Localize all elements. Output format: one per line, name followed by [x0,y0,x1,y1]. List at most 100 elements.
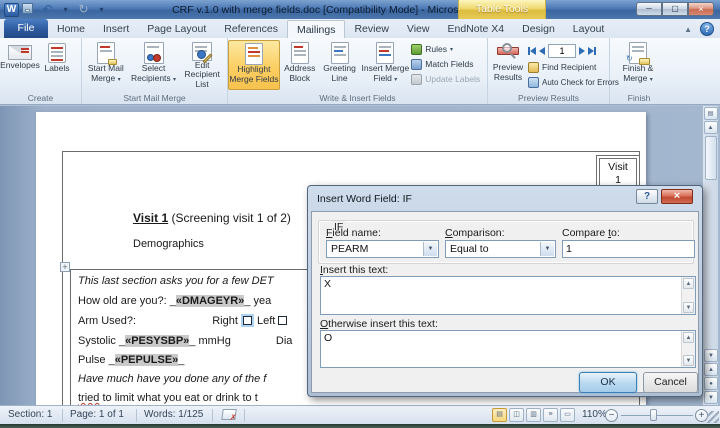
select-recipients-button[interactable]: Select Recipients ▾ [130,40,178,90]
table-move-handle-icon[interactable]: + [60,262,70,272]
select-browse-object-button[interactable]: ● [704,377,718,390]
textarea-scrollbar[interactable]: ▲ ▼ [681,331,695,367]
minimize-ribbon-icon[interactable]: ▲ [684,25,692,34]
zoom-slider-track[interactable] [621,415,693,416]
first-record-button[interactable] [528,47,536,55]
rules-button[interactable]: Rules▾ [411,42,487,56]
tab-file[interactable]: File [4,19,48,38]
insert-text-area-wrap: X ▲ ▼ [320,276,696,315]
zoom-level[interactable]: 110% [582,409,607,420]
labels-button[interactable]: Labels [40,40,74,90]
merge-field-pepulse: «PEPULSE» [115,354,179,366]
maximize-button[interactable]: ▢ [662,2,688,16]
quick-access-toolbar: W ↶ ▾ ↻ ▾ [0,3,109,17]
save-button[interactable] [22,3,37,17]
insert-text-area[interactable]: X [321,277,681,314]
match-fields-button[interactable]: Match Fields [411,57,487,71]
highlight-merge-fields-button[interactable]: Highlight Merge Fields [228,40,280,90]
comparison-combobox[interactable]: Equal to ▼ [445,240,556,258]
print-layout-view-button[interactable]: ▤ [492,408,507,422]
finish-merge-button[interactable]: ↻ Finish & Merge ▾ [610,40,666,90]
tab-design[interactable]: Design [513,20,564,38]
tab-view[interactable]: View [398,20,439,38]
ok-button[interactable]: OK [579,372,637,393]
scroll-down-icon[interactable]: ▼ [704,349,718,362]
scrollbar-thumb[interactable] [705,136,717,180]
right-checkbox[interactable] [243,316,252,325]
resize-grip[interactable] [707,411,719,423]
web-layout-view-button[interactable]: ▥ [526,408,541,422]
compare-to-input[interactable] [562,240,695,258]
undo-dropdown-arrow-icon[interactable]: ▾ [58,3,73,17]
close-button[interactable]: × [688,2,714,16]
left-checkbox[interactable] [278,316,287,325]
doc-line-tried: tried to limit what you eat or drink to … [78,392,258,404]
previous-page-button[interactable]: ▲ [704,363,718,376]
next-page-button[interactable]: ▼ [704,391,718,404]
redo-button[interactable]: ↻ [76,3,91,17]
start-mail-merge-button[interactable]: Start Mail Merge ▾ [82,40,130,90]
greeting-line-button[interactable]: Greeting Line [320,40,360,90]
tab-endnote[interactable]: EndNote X4 [438,20,513,38]
outline-view-button[interactable]: ≡ [543,408,558,422]
combo-dropdown-icon[interactable]: ▼ [423,242,437,256]
scroll-up-icon[interactable]: ▲ [683,332,694,343]
ribbon-tab-row: File Home Insert Page Layout References … [0,19,720,38]
spell-check-icon[interactable] [221,409,237,420]
visit-heading: Visit 1 (Screening visit 1 of 2) [133,211,291,225]
scroll-up-icon[interactable]: ▲ [704,121,718,134]
finish-merge-icon: ↻ [629,42,647,64]
edit-recipient-list-button[interactable]: Edit Recipient List [177,40,227,90]
word-logo-icon[interactable]: W [4,3,19,17]
envelopes-button[interactable]: Envelopes [0,40,40,90]
status-page[interactable]: Page: 1 of 1 [70,409,124,420]
scroll-down-icon[interactable]: ▼ [683,302,694,313]
cancel-button[interactable]: Cancel [643,372,698,393]
tab-mailings[interactable]: Mailings [287,20,346,38]
ruler-toggle-button[interactable]: ▤ [704,107,718,120]
otherwise-text-area[interactable]: O [321,331,681,367]
tab-insert[interactable]: Insert [94,20,138,38]
insert-merge-field-button[interactable]: Insert Merge Field ▾ [360,40,412,90]
full-screen-reading-view-button[interactable]: ◫ [509,408,524,422]
zoom-slider-thumb[interactable] [650,409,657,421]
record-number-input[interactable] [548,44,576,58]
minimize-button[interactable]: ─ [636,2,662,16]
preview-results-button[interactable]: Preview Results [488,40,528,90]
combo-dropdown-icon[interactable]: ▼ [540,242,554,256]
dialog-close-button[interactable]: × [661,189,693,204]
vertical-scrollbar[interactable]: ▤ ▲ ▼ ▲ ● ▼ [702,106,718,405]
status-words[interactable]: Words: 1/125 [144,409,203,420]
group-start-mail-merge: Start Mail Merge ▾ Select Recipients ▾ [82,38,228,104]
scroll-up-icon[interactable]: ▲ [683,278,694,289]
tab-references[interactable]: References [215,20,287,38]
draft-view-button[interactable]: ▭ [560,408,575,422]
auto-check-errors-button[interactable]: Auto Check for Errors [528,75,608,89]
insert-merge-field-icon [376,42,394,64]
doc-line-have: Have much have you done any of the f [78,373,266,385]
tab-page-layout[interactable]: Page Layout [138,20,215,38]
scroll-down-icon[interactable]: ▼ [683,355,694,366]
tab-review[interactable]: Review [345,20,397,38]
find-recipient-button[interactable]: Find Recipient [528,60,608,74]
field-name-combobox[interactable]: PEARM ▼ [326,240,439,258]
status-section[interactable]: Section: 1 [8,409,52,420]
auto-check-icon [528,77,539,88]
last-record-button[interactable] [588,47,596,55]
previous-record-button[interactable] [539,47,545,55]
dialog-help-button[interactable]: ? [636,189,658,204]
undo-button[interactable]: ↶ [40,3,55,17]
tab-home[interactable]: Home [48,20,94,38]
dropdown-arrow-icon: ▾ [118,77,121,83]
next-record-button[interactable] [579,47,585,55]
help-icon[interactable]: ? [700,22,714,36]
doc-line-pulse: Pulse _«PEPULSE»_ [78,354,184,366]
customize-qat-dropdown-icon[interactable]: ▾ [94,3,109,17]
dropdown-arrow-icon: ▾ [450,46,453,53]
address-block-button[interactable]: Address Block [280,40,320,90]
rules-icon [411,44,422,55]
merge-field-dmageyr: «DMAGEYR» [176,295,244,307]
zoom-out-button[interactable]: − [605,409,618,422]
textarea-scrollbar[interactable]: ▲ ▼ [681,277,695,314]
tab-layout[interactable]: Layout [564,20,614,38]
